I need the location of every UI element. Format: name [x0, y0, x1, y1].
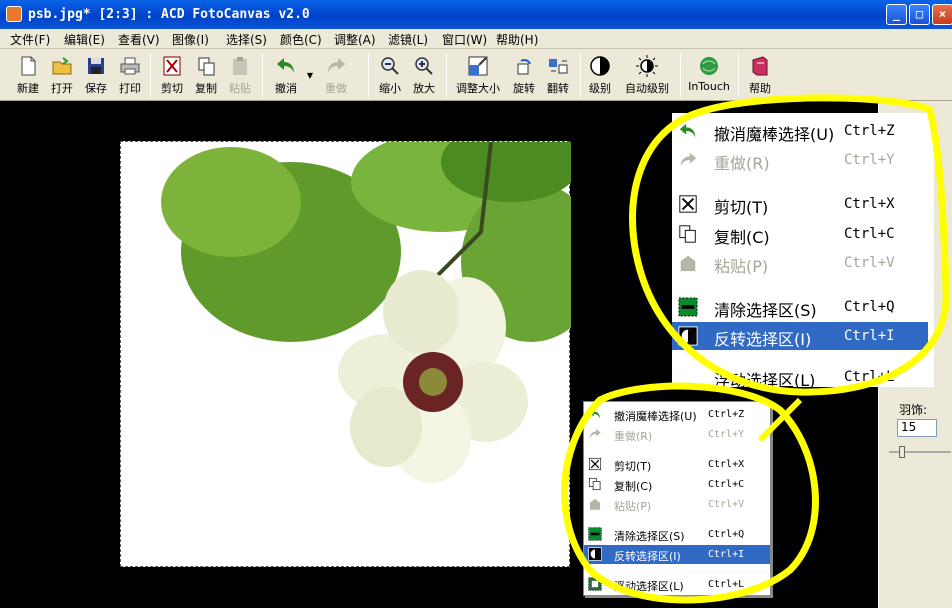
annotation-overlay — [561, 94, 950, 604]
annotation-circle-large — [629, 94, 950, 396]
